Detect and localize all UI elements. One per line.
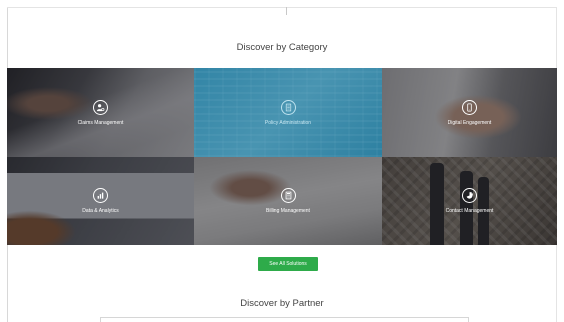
tile-content: Data & Analytics	[7, 157, 194, 245]
tile-label: Digital Engagement	[447, 119, 492, 126]
category-tile-claims-management[interactable]: Claims Management	[7, 68, 194, 157]
tile-content: Billing Management	[194, 157, 382, 245]
category-grid: Claims Management Policy Administration	[7, 68, 557, 245]
frame-border-top	[7, 7, 557, 8]
bar-chart-icon	[93, 188, 108, 203]
tile-label: Billing Management	[266, 208, 310, 214]
tile-label: Policy Administration	[264, 119, 312, 126]
tile-label: Contact Management	[445, 208, 494, 214]
top-divider-tick	[286, 7, 287, 15]
category-tile-billing-management[interactable]: Billing Management	[194, 157, 382, 245]
tile-content: Claims Management	[7, 68, 194, 157]
calculator-icon	[280, 188, 296, 203]
page: Discover by Category Claims Management P…	[0, 0, 564, 322]
category-section-title: Discover by Category	[236, 42, 328, 53]
tile-content: Contact Management	[382, 157, 557, 245]
tile-content: Digital Engagement	[382, 68, 557, 157]
category-tile-data-analytics[interactable]: Data & Analytics	[7, 157, 194, 245]
partner-section-title: Discover by Partner	[240, 298, 324, 309]
tile-label: Data & Analytics	[82, 208, 119, 214]
category-tile-digital-engagement[interactable]: Digital Engagement	[382, 68, 557, 157]
tile-content: Policy Administration	[194, 68, 382, 157]
person-settings-icon	[93, 99, 108, 115]
tile-label: Claims Management	[77, 119, 124, 126]
category-tile-contact-management[interactable]: Contact Management	[382, 157, 557, 245]
mobile-phone-icon	[462, 99, 477, 115]
document-icon	[280, 99, 296, 115]
category-tile-policy-administration[interactable]: Policy Administration	[194, 68, 382, 157]
contact-pie-icon	[462, 188, 477, 203]
see-all-solutions-button[interactable]: See All Solutions	[258, 257, 318, 271]
partner-panel	[100, 317, 469, 322]
